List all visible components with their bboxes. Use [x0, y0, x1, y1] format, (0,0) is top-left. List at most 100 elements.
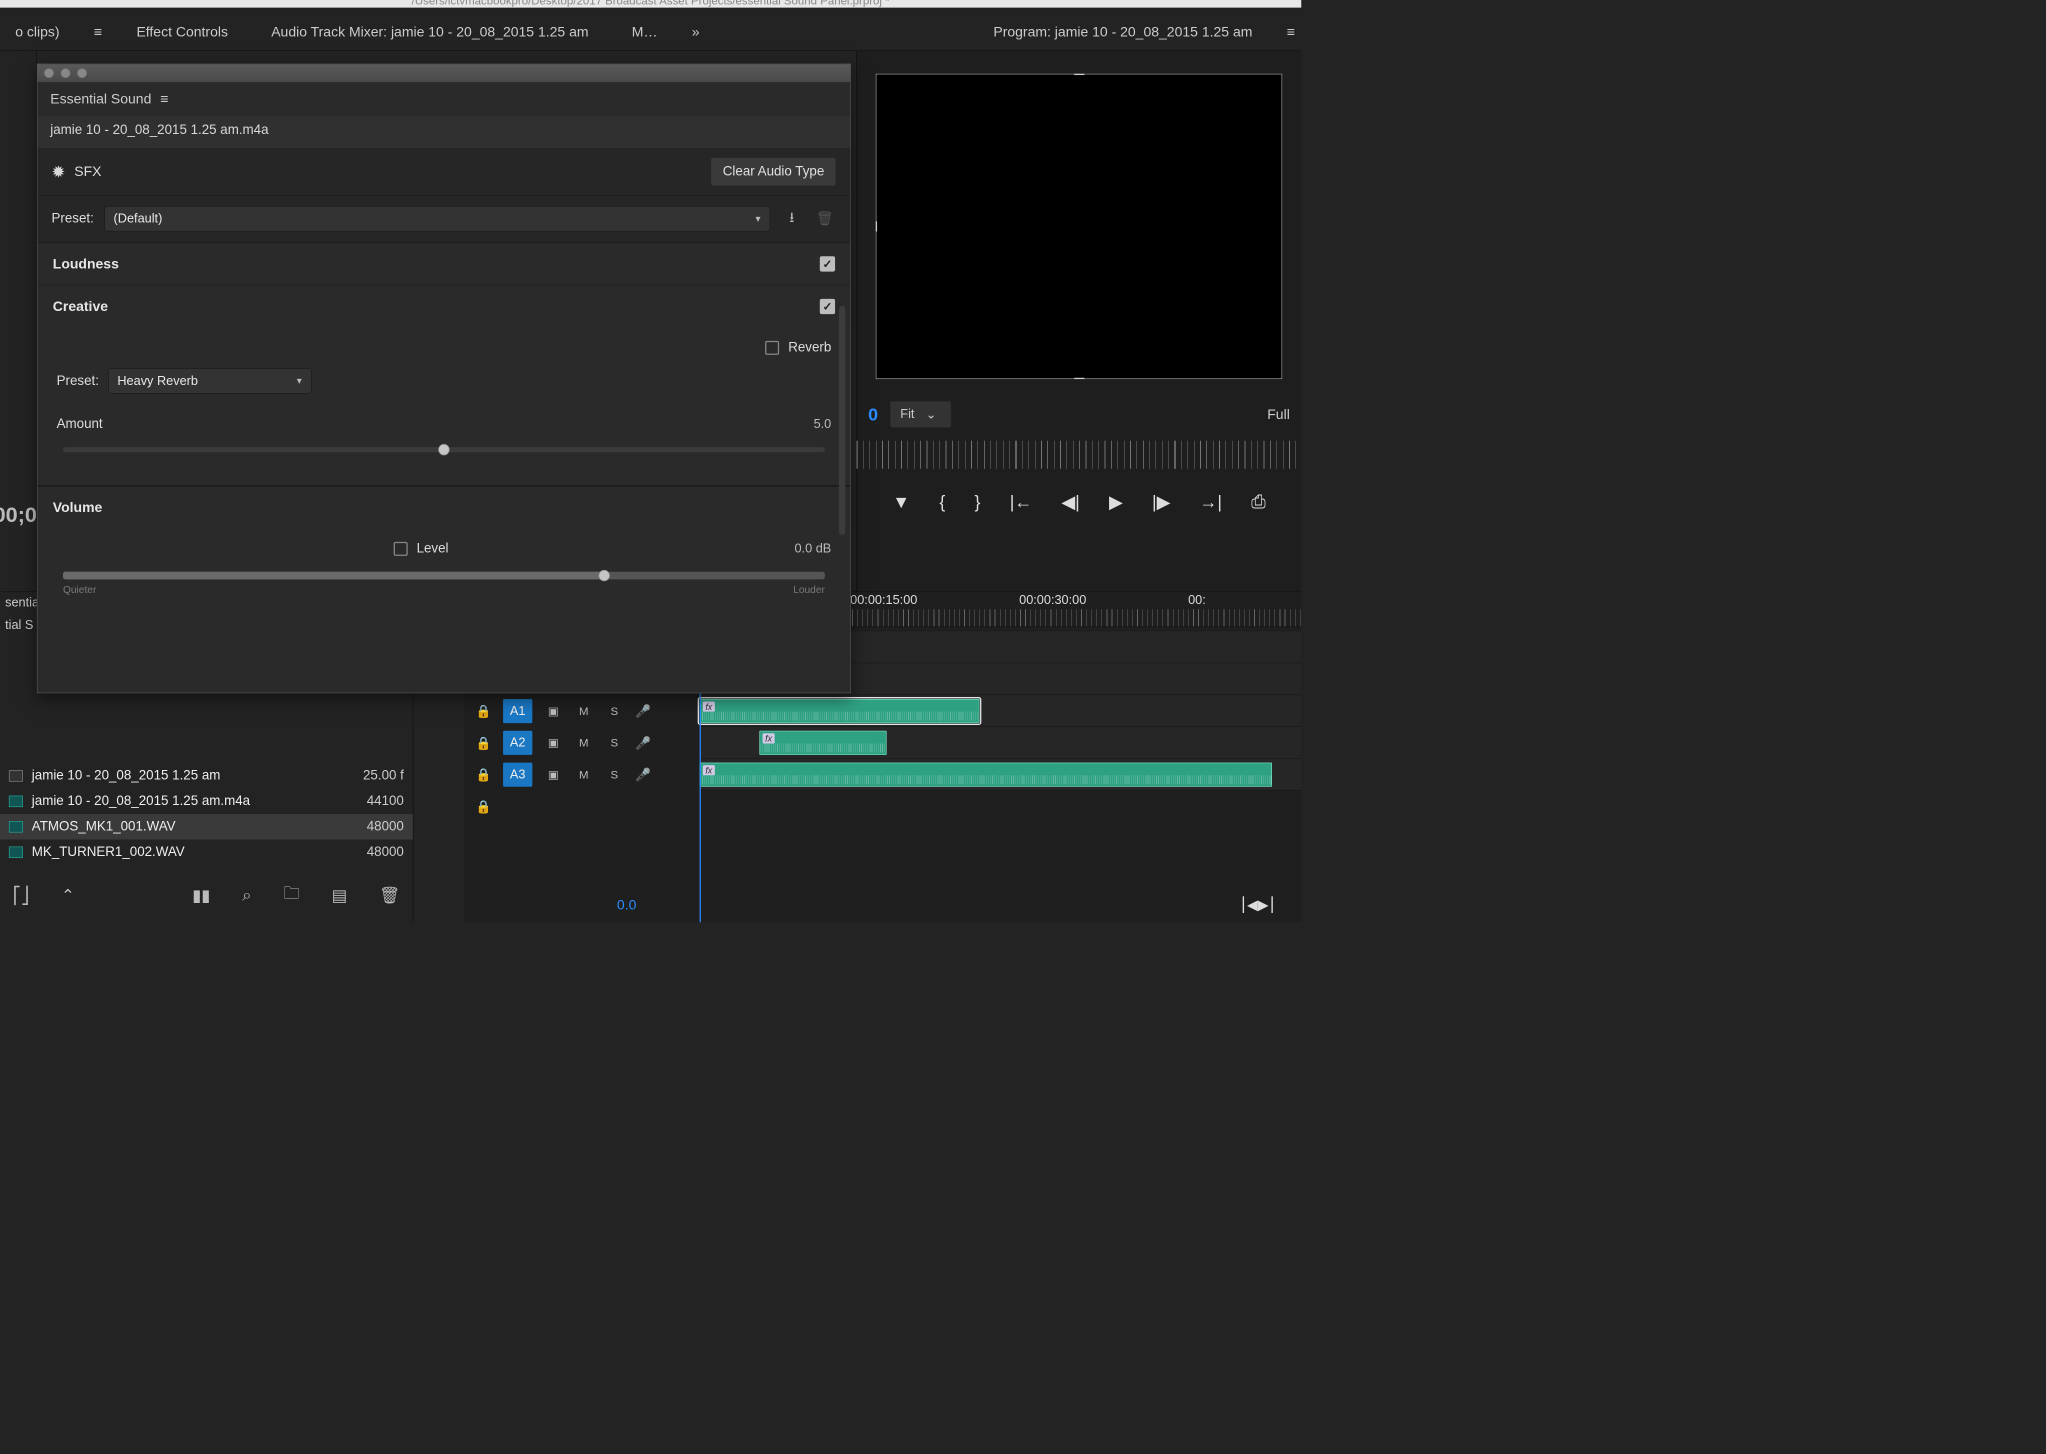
audio-icon — [9, 821, 23, 832]
audio-icon — [9, 796, 23, 807]
level-value[interactable]: 0.0 dB — [794, 542, 831, 557]
program-monitor[interactable] — [876, 74, 1282, 379]
reverb-checkbox[interactable] — [765, 341, 779, 355]
minimize-icon[interactable] — [60, 68, 70, 78]
zoom-icon[interactable] — [77, 68, 87, 78]
fx-badge: fx — [703, 765, 715, 775]
mic-icon[interactable]: 🎤 — [635, 767, 651, 783]
mute-button[interactable]: M — [574, 768, 593, 781]
quieter-label: Quieter — [63, 584, 96, 595]
track-header-a1[interactable]: 🔒 A1 ▣ M S 🎤 — [464, 695, 699, 727]
sync-icon[interactable]: ▣ — [544, 768, 563, 781]
loudness-section-header[interactable]: Loudness ✓ — [38, 243, 851, 285]
step-back-icon[interactable]: ◀| — [1061, 492, 1079, 513]
mute-button[interactable]: M — [574, 736, 593, 749]
tab-audio-mixer[interactable]: Audio Track Mixer: jamie 10 - 20_08_2015… — [262, 23, 597, 40]
snap-icon[interactable]: ⎮◀▶⎮ — [1240, 897, 1276, 914]
new-item-icon[interactable]: ▤ — [332, 886, 348, 906]
audio-clip-a1[interactable]: fx — [700, 699, 980, 723]
crop-handle-top[interactable] — [1074, 74, 1084, 75]
new-bin-icon[interactable]: 🗀 — [283, 881, 300, 909]
overflow-icon[interactable]: » — [692, 23, 700, 40]
bin-row[interactable]: ATMOS_MK1_001.WAV48000 — [0, 814, 413, 839]
solo-button[interactable]: S — [605, 704, 624, 717]
sync-icon[interactable]: ▣ — [544, 704, 563, 717]
tab-program[interactable]: Program: jamie 10 - 20_08_2015 1.25 am — [984, 23, 1261, 40]
fx-badge: fx — [763, 733, 775, 743]
solo-button[interactable]: S — [605, 736, 624, 749]
program-ruler[interactable] — [857, 441, 1302, 469]
zoom-select[interactable]: Fit⌄ — [889, 401, 951, 428]
bin-row[interactable]: jamie 10 - 20_08_2015 1.25 am.m4a44100 — [0, 789, 413, 814]
bin-row[interactable]: MK_TURNER1_002.WAV48000 — [0, 840, 413, 865]
fx-badge: fx — [703, 702, 715, 712]
level-label: Level — [417, 541, 449, 556]
resolution-label[interactable]: Full — [1267, 406, 1290, 423]
trash-icon[interactable]: 🗑 — [379, 886, 400, 906]
save-preset-icon[interactable]: ⭳ — [780, 207, 803, 230]
mic-icon[interactable]: 🎤 — [635, 735, 651, 751]
go-in-icon[interactable]: |← — [1010, 492, 1032, 512]
chevron-down-icon: ⌄ — [926, 406, 937, 422]
track-header-a2[interactable]: 🔒 A2 ▣ M S 🎤 — [464, 727, 699, 759]
go-out-icon[interactable]: →| — [1200, 492, 1222, 512]
mute-button[interactable]: M — [574, 704, 593, 717]
chevron-down-icon: ▾ — [756, 212, 761, 225]
sequence-icon — [9, 770, 23, 781]
panel-tabs: o clips) ≡ Effect Controls Audio Track M… — [0, 13, 1301, 51]
lock-icon[interactable]: 🔒 — [476, 735, 492, 751]
panel-scrollbar[interactable] — [839, 306, 845, 535]
window-titlebar[interactable] — [38, 64, 851, 82]
preset-select[interactable]: (Default)▾ — [104, 206, 770, 231]
marker-icon[interactable]: ▼ — [892, 492, 910, 512]
project-path: /Users/ictvmacbookpro/Desktop/2017 Broad… — [0, 0, 1301, 8]
bin-list: jamie 10 - 20_08_2015 1.25 am25.00 f jam… — [0, 763, 413, 865]
volume-section-header[interactable]: Volume — [38, 487, 851, 529]
in-bracket-icon[interactable]: { — [939, 492, 945, 512]
audio-clip-a2[interactable]: fx — [759, 731, 886, 755]
amount-slider[interactable] — [63, 447, 825, 452]
level-checkbox[interactable] — [394, 542, 408, 556]
program-timecode[interactable]: 0 — [868, 404, 878, 424]
play-icon[interactable]: ▶ — [1109, 492, 1123, 513]
program-menu-icon[interactable]: ≡ — [1287, 23, 1295, 40]
list-view-icon[interactable]: ▮▮ — [192, 886, 210, 906]
out-bracket-icon[interactable]: } — [975, 492, 981, 512]
up-icon[interactable]: ⌃ — [61, 886, 75, 906]
track-header-a3[interactable]: 🔒 A3 ▣ M S 🎤 — [464, 759, 699, 791]
crop-handle-left[interactable] — [876, 221, 877, 231]
mic-icon[interactable]: 🎤 — [635, 703, 651, 719]
loudness-checkbox[interactable]: ✓ — [820, 256, 835, 271]
track-header-master[interactable]: 🔒 — [464, 791, 699, 823]
bin-row[interactable]: jamie 10 - 20_08_2015 1.25 am25.00 f — [0, 763, 413, 788]
reverb-label: Reverb — [788, 340, 831, 355]
step-fwd-icon[interactable]: |▶ — [1152, 492, 1170, 513]
creative-checkbox[interactable]: ✓ — [820, 299, 835, 314]
timeline-value[interactable]: 0.0 — [617, 897, 636, 914]
export-frame-icon[interactable]: ⎙ — [1251, 492, 1265, 513]
search-icon[interactable]: ⌕ — [242, 885, 251, 905]
lock-icon[interactable]: 🔒 — [476, 703, 492, 719]
crop-handle-bottom[interactable] — [1074, 378, 1084, 379]
panel-menu-icon[interactable]: ≡ — [160, 91, 168, 108]
sync-icon[interactable]: ▣ — [544, 736, 563, 749]
sfx-icon: ✹ — [52, 162, 66, 182]
level-slider[interactable] — [63, 572, 825, 580]
essential-sound-panel: Essential Sound ≡ jamie 10 - 20_08_2015 … — [37, 64, 851, 694]
hamburger-icon[interactable]: ≡ — [94, 23, 102, 40]
chevron-down-icon: ▾ — [297, 375, 302, 388]
reverb-preset-select[interactable]: Heavy Reverb▾ — [108, 368, 312, 393]
creative-section-header[interactable]: Creative ✓ — [38, 286, 851, 328]
clear-audio-type-button[interactable]: Clear Audio Type — [711, 157, 837, 186]
tab-more[interactable]: M… — [623, 23, 666, 40]
solo-button[interactable]: S — [605, 768, 624, 781]
filter-icon[interactable]: ⎡⎦ — [13, 886, 30, 906]
tab-effect-controls[interactable]: Effect Controls — [128, 23, 237, 40]
lock-icon[interactable]: 🔒 — [476, 767, 492, 783]
close-icon[interactable] — [44, 68, 54, 78]
amount-value[interactable]: 5.0 — [814, 417, 832, 432]
audio-clip-a3[interactable]: fx — [700, 763, 1272, 787]
audio-type-label: SFX — [74, 163, 101, 180]
tab-clips[interactable]: o clips) — [6, 23, 68, 40]
lock-icon[interactable]: 🔒 — [476, 798, 492, 814]
